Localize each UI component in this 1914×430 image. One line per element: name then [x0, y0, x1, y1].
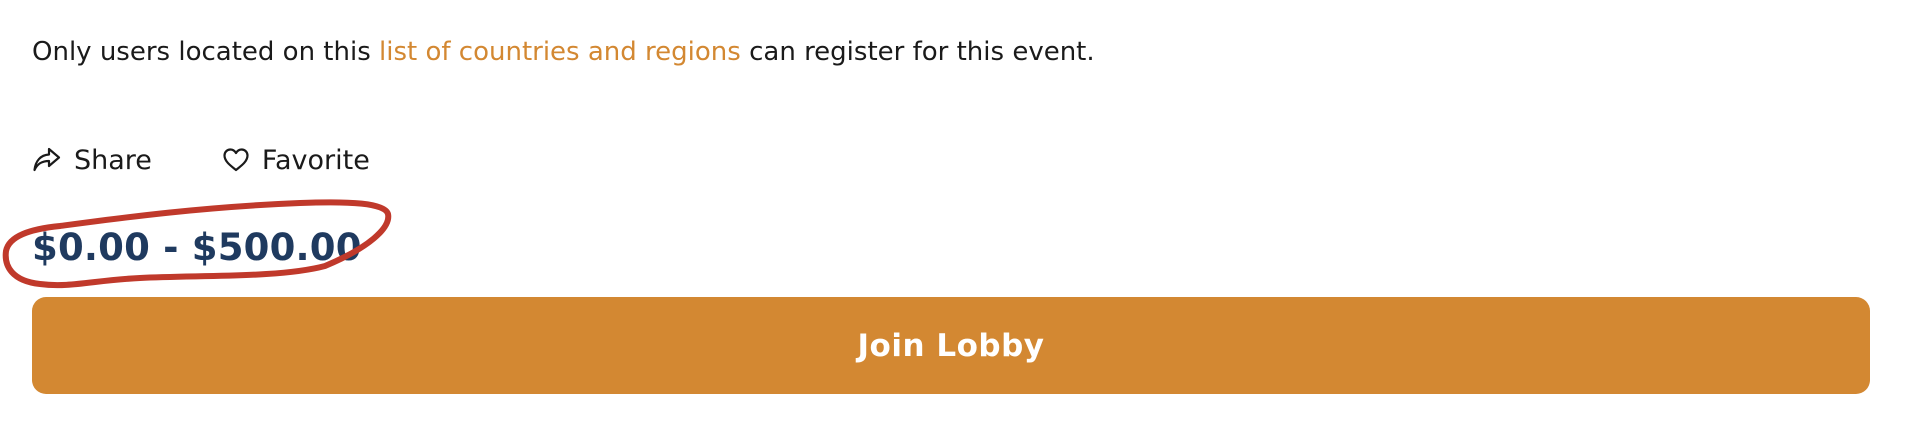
share-arrow-icon [32, 146, 62, 174]
region-notice: Only users located on this list of count… [32, 34, 1095, 70]
share-button[interactable]: Share [32, 145, 152, 176]
event-actions: Share Favorite [32, 138, 370, 182]
notice-text-before: Only users located on this [32, 37, 380, 67]
price-section: $0.00 - $500.00 [0, 196, 420, 292]
heart-outline-icon [222, 147, 250, 173]
countries-regions-link[interactable]: list of countries and regions [379, 37, 741, 67]
favorite-button[interactable]: Favorite [222, 145, 370, 176]
price-range: $0.00 - $500.00 [32, 226, 362, 269]
notice-text-after: can register for this event. [740, 37, 1095, 67]
join-lobby-button[interactable]: Join Lobby [32, 297, 1870, 394]
favorite-label: Favorite [261, 144, 370, 176]
share-label: Share [74, 144, 152, 176]
